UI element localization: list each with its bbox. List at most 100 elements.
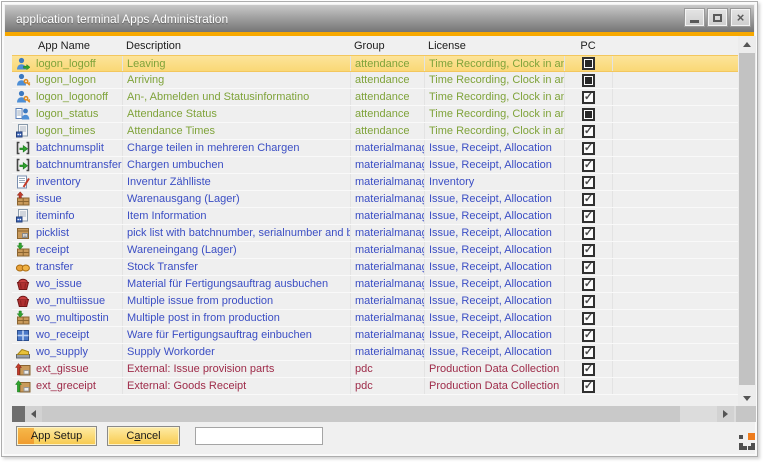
table-row[interactable]: issueWarenausgang (Lager)materialmanagem… bbox=[12, 191, 738, 208]
pc-checkbox-cell[interactable]: ✓ bbox=[564, 327, 612, 343]
header-group[interactable]: Group bbox=[350, 38, 424, 55]
maximize-button[interactable] bbox=[708, 9, 727, 26]
header-license[interactable]: License bbox=[424, 38, 564, 55]
pc-checkbox-cell[interactable]: ✓ bbox=[564, 123, 612, 139]
pc-checkbox-checked[interactable]: ✓ bbox=[582, 125, 595, 138]
header-app-name[interactable]: App Name bbox=[34, 38, 122, 55]
box-export-red-icon bbox=[12, 361, 34, 377]
pc-checkbox-checked[interactable]: ✓ bbox=[582, 312, 595, 325]
table-row[interactable]: receiptWareneingang (Lager)materialmanag… bbox=[12, 242, 738, 259]
table-row[interactable]: logon_statusAttendance StatusattendanceT… bbox=[12, 106, 738, 123]
pc-checkbox-cell[interactable] bbox=[564, 106, 612, 122]
license-cell: Issue, Receipt, Allocation bbox=[424, 344, 564, 360]
user-key-icon bbox=[12, 89, 34, 105]
table-row[interactable]: logon_logonArrivingattendanceTime Record… bbox=[12, 72, 738, 89]
table-row[interactable]: logon_logoffLeavingattendanceTime Record… bbox=[12, 55, 738, 72]
pc-checkbox-checked[interactable]: ✓ bbox=[582, 278, 595, 291]
pc-checkbox-checked[interactable]: ✓ bbox=[582, 176, 595, 189]
pc-checkbox-filled[interactable] bbox=[582, 108, 595, 121]
pc-checkbox-checked[interactable]: ✓ bbox=[582, 295, 595, 308]
group-cell: attendance bbox=[350, 72, 424, 88]
pc-checkbox-checked[interactable]: ✓ bbox=[582, 227, 595, 240]
pc-checkbox-cell[interactable]: ✓ bbox=[564, 157, 612, 173]
pc-checkbox-checked[interactable]: ✓ bbox=[582, 261, 595, 274]
table-row[interactable]: picklistpick list with batchnumber, seri… bbox=[12, 225, 738, 242]
pc-checkbox-checked[interactable]: ✓ bbox=[582, 193, 595, 206]
scroll-down-button[interactable] bbox=[738, 390, 756, 406]
pc-checkbox-filled[interactable] bbox=[582, 74, 595, 87]
pc-checkbox-cell[interactable] bbox=[564, 72, 612, 88]
pc-checkbox-cell[interactable]: ✓ bbox=[564, 259, 612, 275]
pc-checkbox-cell[interactable] bbox=[564, 56, 612, 71]
minimize-button[interactable] bbox=[685, 9, 704, 26]
pc-checkbox-cell[interactable]: ✓ bbox=[564, 242, 612, 258]
license-cell: Issue, Receipt, Allocation bbox=[424, 327, 564, 343]
table-row[interactable]: iteminfoItem Informationmaterialmanageme… bbox=[12, 208, 738, 225]
hscroll-track[interactable] bbox=[680, 406, 717, 422]
vertical-scrollbar[interactable] bbox=[738, 36, 756, 406]
pc-checkbox-checked[interactable]: ✓ bbox=[582, 142, 595, 155]
pc-checkbox-cell[interactable]: ✓ bbox=[564, 174, 612, 190]
pc-checkbox-cell[interactable]: ✓ bbox=[564, 310, 612, 326]
table-row[interactable]: ext_gissueExternal: Issue provision part… bbox=[12, 361, 738, 378]
table-row[interactable]: transferStock Transfermaterialmanagement… bbox=[12, 259, 738, 276]
scroll-right-button[interactable] bbox=[717, 406, 734, 422]
resize-grip-icon[interactable] bbox=[738, 432, 756, 451]
app-setup-button[interactable]: App Setup bbox=[16, 426, 97, 446]
pc-checkbox-cell[interactable]: ✓ bbox=[564, 276, 612, 292]
description-cell: Stock Transfer bbox=[122, 259, 350, 275]
row-filler bbox=[612, 293, 738, 309]
table-row[interactable]: logon_timesAttendance TimesattendanceTim… bbox=[12, 123, 738, 140]
app-name-cell: ext_greceipt bbox=[34, 378, 122, 394]
license-cell: Time Recording, Clock in and out bbox=[424, 56, 564, 71]
pc-checkbox-cell[interactable]: ✓ bbox=[564, 140, 612, 156]
table-row[interactable]: inventoryInventur Zähllistematerialmanag… bbox=[12, 174, 738, 191]
table-row[interactable]: batchnumtransferChargen umbuchenmaterial… bbox=[12, 157, 738, 174]
pc-checkbox-checked[interactable]: ✓ bbox=[582, 329, 595, 342]
pc-checkbox-cell[interactable]: ✓ bbox=[564, 293, 612, 309]
pc-checkbox-checked[interactable]: ✓ bbox=[582, 380, 595, 393]
close-icon: × bbox=[737, 11, 745, 24]
table-row[interactable]: batchnumsplitCharge teilen in mehreren C… bbox=[12, 140, 738, 157]
row-filler bbox=[612, 259, 738, 275]
pc-checkbox-cell[interactable]: ✓ bbox=[564, 344, 612, 360]
table-row[interactable]: wo_receiptWare für Fertigungsauftrag ein… bbox=[12, 327, 738, 344]
cancel-button[interactable]: Cancel bbox=[107, 426, 180, 446]
header-description[interactable]: Description bbox=[122, 38, 350, 55]
table-row[interactable]: wo_issueMaterial für Fertigungsauftrag a… bbox=[12, 276, 738, 293]
pc-checkbox-checked[interactable]: ✓ bbox=[582, 210, 595, 223]
scroll-up-button[interactable] bbox=[738, 36, 756, 52]
table-row[interactable]: wo_multipostinMultiple post in from prod… bbox=[12, 310, 738, 327]
pc-checkbox-cell[interactable]: ✓ bbox=[564, 191, 612, 207]
scroll-left-button[interactable] bbox=[25, 406, 42, 422]
horizontal-scrollbar[interactable] bbox=[12, 406, 756, 422]
pc-checkbox-checked[interactable]: ✓ bbox=[582, 91, 595, 104]
titlebar[interactable]: application terminal Apps Administration… bbox=[5, 5, 754, 32]
pc-checkbox-checked[interactable]: ✓ bbox=[582, 244, 595, 257]
table-row[interactable]: wo_multiissueMultiple issue from product… bbox=[12, 293, 738, 310]
table-row[interactable]: logon_logonoffAn-, Abmelden und Statusin… bbox=[12, 89, 738, 106]
crate-receipt-icon bbox=[12, 310, 34, 326]
close-button[interactable]: × bbox=[731, 9, 750, 26]
table-row[interactable]: wo_supplySupply Workordermaterialmanagem… bbox=[12, 344, 738, 361]
pc-checkbox-checked[interactable]: ✓ bbox=[582, 346, 595, 359]
app-name-cell: logon_times bbox=[34, 123, 122, 139]
horizontal-scrollbar-thumb[interactable] bbox=[42, 406, 680, 422]
app-setup-label: App Setup bbox=[31, 430, 82, 442]
pc-checkbox-checked[interactable]: ✓ bbox=[582, 363, 595, 376]
footer-text-input[interactable] bbox=[195, 427, 323, 445]
pc-checkbox-filled[interactable] bbox=[582, 57, 595, 70]
header-pc[interactable]: PC bbox=[564, 38, 612, 55]
description-cell: Item Information bbox=[122, 208, 350, 224]
table-row[interactable]: ext_greceiptExternal: Goods ReceiptpdcPr… bbox=[12, 378, 738, 395]
pc-checkbox-cell[interactable]: ✓ bbox=[564, 378, 612, 394]
minimize-icon bbox=[690, 20, 699, 23]
row-filler bbox=[612, 225, 738, 241]
pc-checkbox-cell[interactable]: ✓ bbox=[564, 361, 612, 377]
pc-checkbox-checked[interactable]: ✓ bbox=[582, 159, 595, 172]
pc-checkbox-cell[interactable]: ✓ bbox=[564, 208, 612, 224]
vertical-scrollbar-thumb[interactable] bbox=[739, 53, 755, 385]
group-cell: attendance bbox=[350, 56, 424, 71]
pc-checkbox-cell[interactable]: ✓ bbox=[564, 225, 612, 241]
pc-checkbox-cell[interactable]: ✓ bbox=[564, 89, 612, 105]
